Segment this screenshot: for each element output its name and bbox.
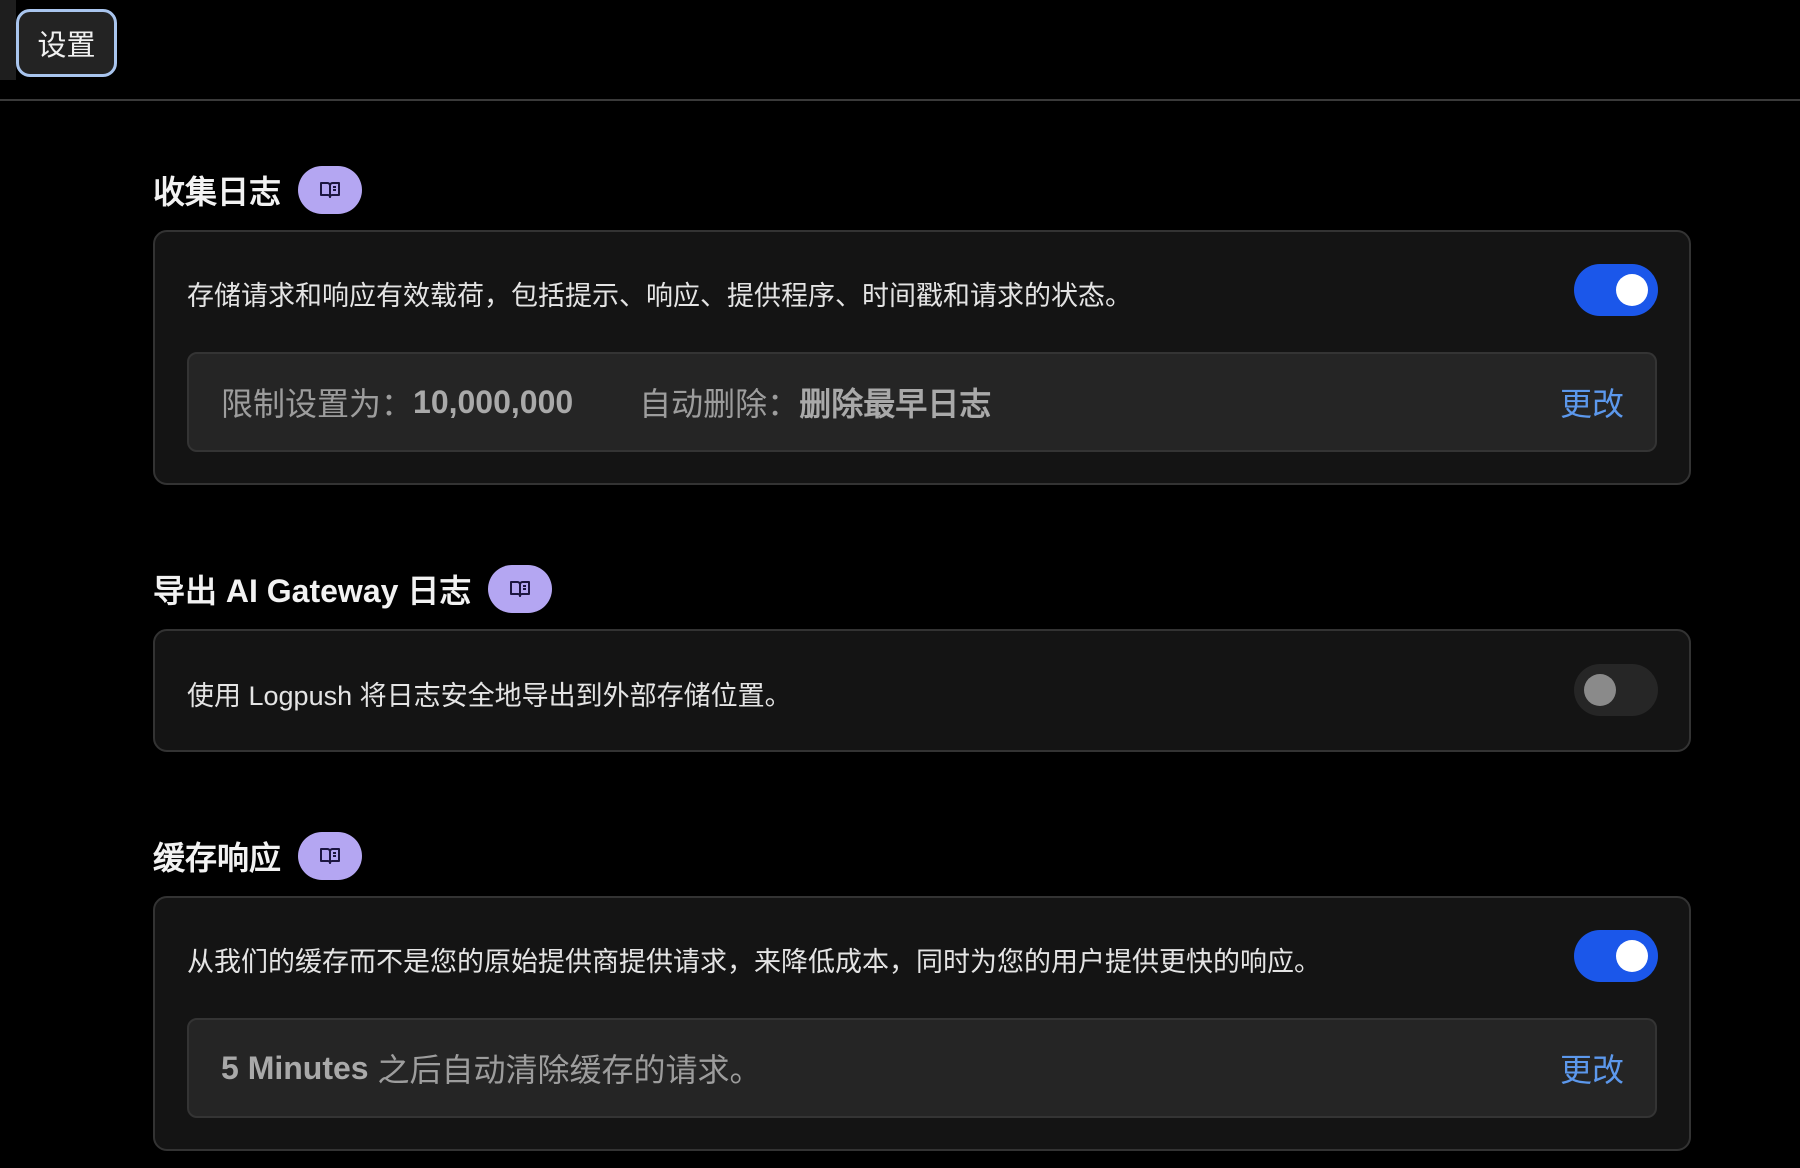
limit-value: 10,000,000 bbox=[413, 383, 574, 420]
section-title-text: 导出 AI Gateway 日志 bbox=[153, 573, 472, 609]
docs-badge-cache-responses[interactable] bbox=[298, 832, 363, 880]
log-limit-panel: 限制设置为： 10,000,000 自动删除： 删除最早日志 更改 bbox=[187, 352, 1657, 452]
top-bar: 设置 bbox=[0, 0, 1800, 101]
auto-delete-label: 自动删除： bbox=[639, 386, 800, 422]
docs-badge-collect-logs[interactable] bbox=[298, 166, 363, 214]
tab-settings[interactable]: 设置 bbox=[16, 9, 117, 77]
change-log-settings-link[interactable]: 更改 bbox=[1560, 354, 1624, 450]
change-cache-settings-link[interactable]: 更改 bbox=[1560, 1020, 1624, 1116]
book-open-icon bbox=[510, 581, 531, 597]
toggle-knob bbox=[1616, 940, 1648, 972]
cache-ttl-suffix: 之后自动清除缓存的请求。 bbox=[368, 1052, 762, 1088]
section-title-cache-responses: 缓存响应 bbox=[153, 832, 363, 880]
auto-delete-value: 删除最早日志 bbox=[799, 386, 992, 422]
section-title-text: 收集日志 bbox=[153, 174, 282, 210]
cache-ttl-row: 5 Minutes 之后自动清除缓存的请求。 bbox=[221, 1020, 761, 1116]
collect-logs-toggle[interactable] bbox=[1574, 264, 1658, 316]
card-collect-logs: 存储请求和响应有效载荷，包括提示、响应、提供程序、时间戳和请求的状态。 限制设置… bbox=[153, 230, 1691, 485]
book-open-icon bbox=[320, 848, 341, 864]
docs-badge-export-logs[interactable] bbox=[488, 565, 553, 613]
limit-label: 限制设置为： bbox=[221, 386, 414, 422]
log-limit-row: 限制设置为： 10,000,000 自动删除： 删除最早日志 bbox=[221, 354, 991, 450]
section-title-export-logs: 导出 AI Gateway 日志 bbox=[153, 565, 553, 613]
toggle-knob bbox=[1616, 274, 1648, 306]
cache-responses-toggle[interactable] bbox=[1574, 930, 1658, 982]
export-logs-toggle[interactable] bbox=[1574, 664, 1658, 716]
cache-responses-description: 从我们的缓存而不是您的原始提供商提供请求，来降低成本，同时为您的用户提供更快的响… bbox=[187, 947, 1321, 977]
collect-logs-description: 存储请求和响应有效载荷，包括提示、响应、提供程序、时间戳和请求的状态。 bbox=[187, 281, 1132, 311]
card-cache-responses: 从我们的缓存而不是您的原始提供商提供请求，来降低成本，同时为您的用户提供更快的响… bbox=[153, 896, 1691, 1151]
toggle-knob bbox=[1584, 674, 1616, 706]
book-open-icon bbox=[320, 182, 341, 198]
export-logs-description: 使用 Logpush 将日志安全地导出到外部存储位置。 bbox=[187, 681, 792, 711]
section-title-text: 缓存响应 bbox=[153, 840, 282, 876]
cache-ttl-value: 5 Minutes bbox=[221, 1049, 369, 1086]
topbar-edge bbox=[0, 0, 16, 80]
cache-ttl-panel: 5 Minutes 之后自动清除缓存的请求。 更改 bbox=[187, 1018, 1657, 1118]
section-title-collect-logs: 收集日志 bbox=[153, 166, 363, 214]
card-export-logs: 使用 Logpush 将日志安全地导出到外部存储位置。 bbox=[153, 629, 1691, 752]
